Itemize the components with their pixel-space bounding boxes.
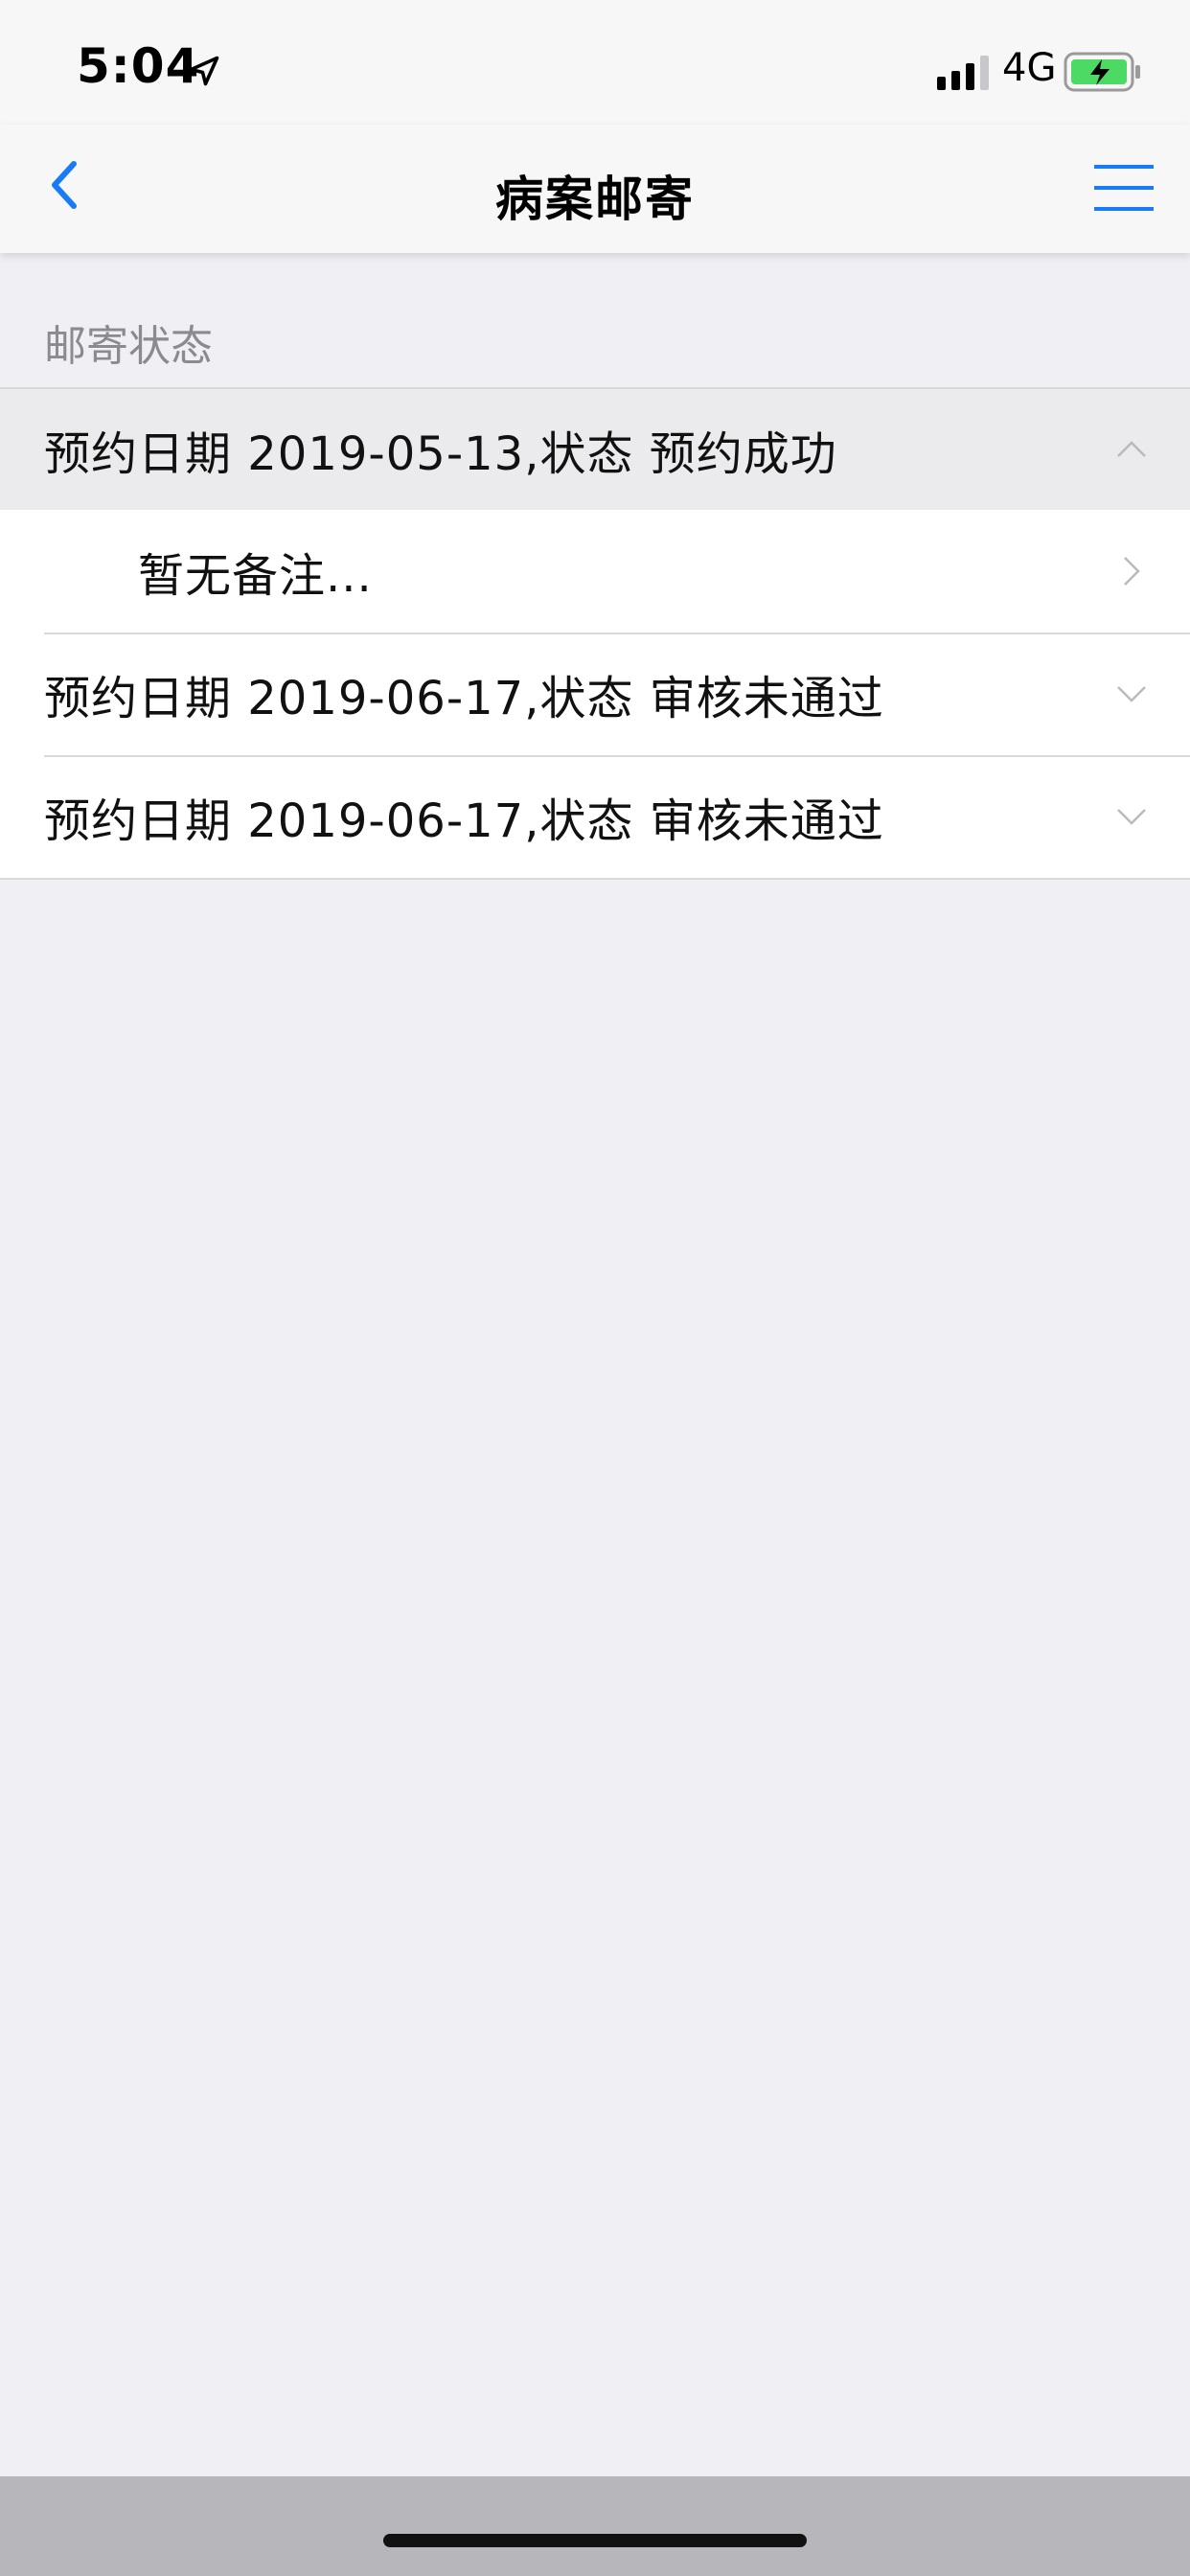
home-indicator-area	[0, 2476, 1190, 2576]
page-title: 病案邮寄	[495, 172, 695, 227]
home-indicator[interactable]	[383, 2534, 807, 2547]
status-bar: 5:04 4G	[0, 0, 1190, 125]
network-type: 4G	[1002, 46, 1057, 90]
chevron-down-icon	[1117, 686, 1146, 702]
record-label: 预约日期 2019-05-13,状态 预约成功	[44, 427, 837, 481]
mail-status-list: 预约日期 2019-05-13,状态 预约成功 暂无备注... 预约日期 201…	[0, 387, 1190, 880]
location-arrow-icon	[189, 56, 219, 86]
status-time: 5:04	[77, 38, 200, 94]
record-row[interactable]: 预约日期 2019-06-17,状态 审核未通过	[0, 632, 1190, 755]
chevron-up-icon	[1117, 441, 1146, 457]
section-header: 邮寄状态	[44, 322, 213, 371]
record-note-row[interactable]: 暂无备注...	[0, 510, 1190, 632]
navigation-bar: 病案邮寄	[0, 125, 1190, 253]
signal-icon	[937, 56, 989, 90]
record-row-expanded[interactable]: 预约日期 2019-05-13,状态 预约成功	[0, 387, 1190, 510]
chevron-down-icon	[1117, 809, 1146, 825]
record-label: 预约日期 2019-06-17,状态 审核未通过	[44, 794, 884, 848]
chevron-right-icon	[1124, 557, 1140, 586]
record-label: 预约日期 2019-06-17,状态 审核未通过	[44, 672, 884, 725]
record-note: 暂无备注...	[138, 549, 373, 603]
battery-charging-icon	[1064, 52, 1140, 92]
hamburger-menu-icon[interactable]	[1092, 161, 1156, 215]
divider	[0, 878, 1190, 880]
record-row[interactable]: 预约日期 2019-06-17,状态 审核未通过	[0, 755, 1190, 878]
